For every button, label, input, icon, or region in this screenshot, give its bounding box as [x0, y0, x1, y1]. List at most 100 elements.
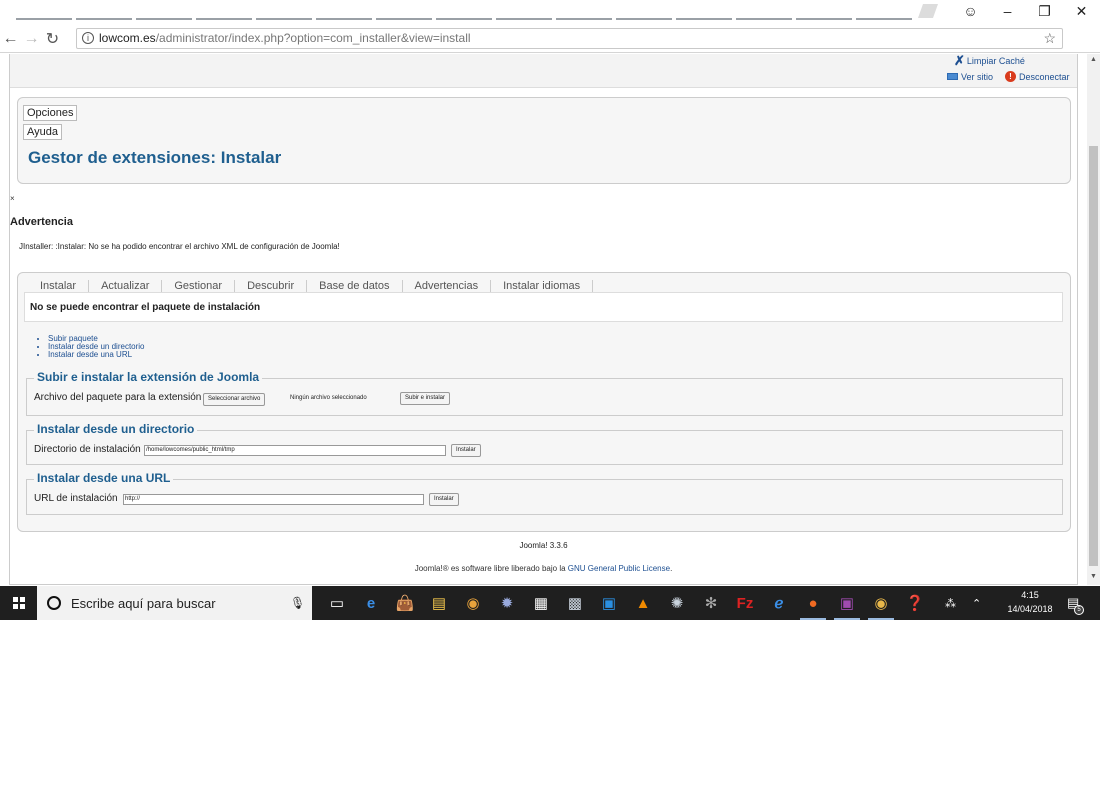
internet-explorer-icon[interactable]: ℯ — [762, 586, 796, 620]
browser-tab[interactable] — [856, 0, 912, 20]
clock-time: 4:15 — [1021, 590, 1039, 600]
firefox-icon[interactable]: ● — [796, 586, 830, 620]
browser-tab[interactable] — [76, 0, 132, 20]
browser-tab[interactable] — [436, 0, 492, 20]
reload-icon[interactable]: ↻ — [42, 26, 63, 52]
directory-fieldset: Instalar desde un directorio Directorio … — [26, 422, 1063, 465]
clock-date: 14/04/2018 — [1007, 604, 1053, 614]
no-file-text: Ningún archivo seleccionado — [290, 395, 367, 401]
teamviewer-icon[interactable]: ▣ — [592, 586, 626, 620]
url-host: lowcom.es — [99, 31, 156, 45]
new-tab-button[interactable] — [918, 4, 938, 18]
bookmark-star-icon[interactable]: ☆ — [1043, 29, 1056, 48]
title-panel: Opciones Ayuda Gestor de extensiones: In… — [17, 97, 1071, 184]
back-arrow-icon[interactable]: ← — [0, 26, 21, 52]
directory-install-button[interactable]: Instalar — [451, 444, 481, 457]
url-install-button[interactable]: Instalar — [429, 493, 459, 506]
browser-tab[interactable] — [136, 0, 192, 20]
taskbar-apps: ▭ e 👜 ▤ ◉ ✹ ▦ ▩ ▣ ▲ ✺ ✻ Fz ℯ ● ▣ ◉ ❓ — [320, 586, 932, 620]
close-message-button[interactable]: × — [10, 194, 15, 203]
feather-app-icon[interactable]: ✹ — [490, 586, 524, 620]
scroll-thumb[interactable] — [1089, 146, 1098, 566]
power-icon: ! — [1005, 71, 1017, 82]
store-icon[interactable]: 👜 — [388, 586, 422, 620]
clear-cache-link[interactable]: ✗ Limpiar Caché — [954, 54, 1025, 68]
browser-tab[interactable] — [796, 0, 852, 20]
gpl-link[interactable]: GNU General Public License — [568, 564, 670, 573]
browser-tab[interactable] — [316, 0, 372, 20]
admin-page: ✗ Limpiar Caché Ver sitio ! Desconectar … — [9, 54, 1078, 585]
browser-tab[interactable] — [256, 0, 312, 20]
restore-button[interactable]: ❐ — [1026, 0, 1063, 22]
help-icon[interactable]: ❓ — [898, 586, 932, 620]
browser-tab[interactable] — [376, 0, 432, 20]
address-bar[interactable]: i lowcom.es/administrator/index.php?opti… — [76, 28, 1063, 49]
browser-tab[interactable] — [556, 0, 612, 20]
forward-arrow-icon[interactable]: → — [21, 26, 42, 52]
url-fieldset: Instalar desde una URL URL de instalació… — [26, 471, 1063, 515]
notification-count-badge: 5 — [1074, 605, 1084, 615]
microphone-icon[interactable]: 🎙 — [290, 596, 305, 610]
minimize-button[interactable]: – — [989, 0, 1026, 22]
file-explorer-icon[interactable]: ▤ — [422, 586, 456, 620]
scroll-up-icon[interactable]: ▲ — [1090, 56, 1097, 63]
upload-label: Archivo del paquete para la extensión — [34, 392, 202, 403]
chrome-icon[interactable]: ◉ — [864, 586, 898, 620]
browser-tab-strip: ☺ – ❐ ✕ — [0, 0, 1100, 24]
install-methods-list: Subir paquete Instalar desde un director… — [48, 335, 145, 359]
directory-label: Directorio de instalación — [34, 444, 141, 455]
chevron-up-icon[interactable]: ⌃ — [972, 597, 981, 610]
search-placeholder: Escribe aquí para buscar — [71, 595, 216, 611]
movie-maker-icon[interactable]: ▩ — [558, 586, 592, 620]
monitor-icon — [947, 73, 958, 80]
scroll-down-icon[interactable]: ▼ — [1090, 573, 1097, 580]
url-path: /administrator/index.php?option=com_inst… — [155, 31, 471, 45]
options-button[interactable]: Opciones — [23, 105, 78, 121]
filezilla-icon[interactable]: Fz — [728, 586, 762, 620]
admin-header: ✗ Limpiar Caché Ver sitio ! Desconectar — [10, 54, 1077, 88]
url-legend: Instalar desde una URL — [34, 471, 174, 485]
browser-tab[interactable] — [736, 0, 792, 20]
footer-license: Joomla!® es software libre liberado bajo… — [10, 564, 1077, 573]
taskbar-clock[interactable]: 4:15 14/04/2018 — [1003, 588, 1057, 616]
upload-fieldset: Subir e instalar la extensión de Joomla … — [26, 370, 1063, 416]
url-input[interactable]: http:// — [123, 494, 424, 505]
game-app-icon[interactable]: ✻ — [694, 586, 728, 620]
paint-app-icon[interactable]: ◉ — [456, 586, 490, 620]
warning-heading: Advertencia — [10, 216, 73, 228]
browser-toolbar: ← → ↻ i lowcom.es/administrator/index.ph… — [0, 25, 1100, 69]
upload-legend: Subir e instalar la extensión de Joomla — [34, 370, 263, 384]
windows-start-icon[interactable] — [13, 597, 25, 609]
method-url-link[interactable]: Instalar desde una URL — [48, 351, 145, 359]
people-icon[interactable]: ⁂ — [945, 597, 956, 610]
page-scrollbar[interactable]: ▲ ▼ — [1087, 54, 1100, 585]
profile-icon[interactable]: ☺ — [952, 0, 989, 22]
onenote-icon[interactable]: ▣ — [830, 586, 864, 620]
task-view-icon[interactable]: ▭ — [320, 586, 354, 620]
browser-tab[interactable] — [16, 0, 72, 20]
directory-input[interactable]: /home/lowcomes/public_html/tmp — [144, 445, 446, 456]
browser-tab[interactable] — [496, 0, 552, 20]
info-icon[interactable]: i — [82, 32, 94, 44]
license-suffix: . — [670, 564, 673, 573]
directory-legend: Instalar desde un directorio — [34, 422, 198, 436]
upload-install-button[interactable]: Subir e instalar — [400, 392, 451, 405]
taskbar-search-box[interactable]: Escribe aquí para buscar 🎙 — [37, 586, 312, 620]
media-app-icon[interactable]: ✺ — [660, 586, 694, 620]
vlc-icon[interactable]: ▲ — [626, 586, 660, 620]
browser-tab[interactable] — [616, 0, 672, 20]
broom-icon: ✗ — [954, 54, 965, 68]
logout-link[interactable]: Desconectar — [1019, 72, 1070, 82]
window-controls: ☺ – ❐ ✕ — [952, 0, 1100, 24]
view-site-link[interactable]: Ver sitio — [961, 72, 993, 82]
installer-panel: Instalar Actualizar Gestionar Descubrir … — [17, 272, 1071, 532]
calculator-icon[interactable]: ▦ — [524, 586, 558, 620]
header-links: Ver sitio ! Desconectar — [947, 71, 1070, 82]
warning-message: JInstaller: :Instalar: No se ha podido e… — [19, 242, 340, 251]
close-window-button[interactable]: ✕ — [1063, 0, 1100, 22]
edge-icon[interactable]: e — [354, 586, 388, 620]
browser-tab[interactable] — [676, 0, 732, 20]
browser-tab[interactable] — [196, 0, 252, 20]
help-button[interactable]: Ayuda — [23, 124, 62, 140]
choose-file-button[interactable]: Seleccionar archivo — [203, 393, 266, 406]
